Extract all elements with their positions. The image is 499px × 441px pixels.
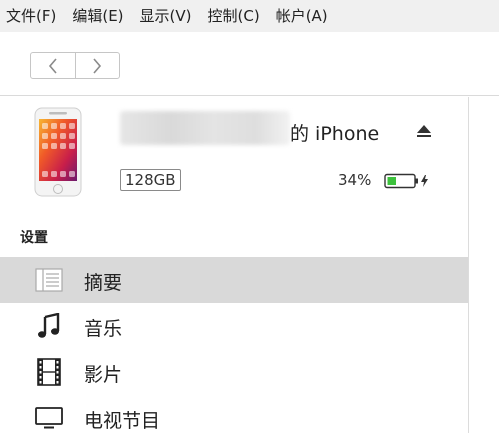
settings-nav-list: 摘要 音乐 影片 电视节目 — [0, 257, 468, 441]
music-note-icon — [34, 312, 64, 340]
toolbar — [0, 32, 499, 96]
sidebar-item-movies[interactable]: 影片 — [0, 349, 468, 395]
sidebar-item-label: 摘要 — [84, 272, 123, 294]
battery-level-fill — [387, 177, 396, 185]
menu-controls[interactable]: 控制(C) — [198, 0, 266, 32]
menu-edit[interactable]: 编辑(E) — [62, 0, 129, 32]
summary-list-icon — [34, 266, 64, 294]
device-panel: 的 iPhone 128GB 34% — [0, 97, 468, 215]
forward-button[interactable] — [74, 53, 120, 78]
content-pane — [469, 97, 499, 433]
tv-icon — [34, 404, 64, 432]
sidebar-item-tv-shows[interactable]: 电视节目 — [0, 395, 468, 441]
chevron-right-icon — [93, 57, 102, 74]
menu-file[interactable]: 文件(F) — [0, 0, 62, 32]
menu-account[interactable]: 帐户(A) — [266, 0, 334, 32]
navigation-buttons — [30, 52, 120, 79]
sidebar-item-music[interactable]: 音乐 — [0, 303, 468, 349]
device-name-redacted — [120, 111, 290, 145]
sidebar: 的 iPhone 128GB 34% 设置 摘要 音乐 影片 电视节目 — [0, 97, 468, 433]
sidebar-item-summary[interactable]: 摘要 — [0, 257, 468, 303]
charging-bolt-icon — [421, 175, 428, 187]
capacity-badge: 128GB — [120, 169, 181, 191]
sidebar-item-label: 影片 — [84, 364, 123, 386]
menu-bar: 文件(F) 编辑(E) 显示(V) 控制(C) 帐户(A) — [0, 0, 499, 32]
battery-percent: 34% — [338, 171, 372, 189]
eject-icon[interactable] — [416, 123, 432, 139]
sidebar-item-label: 电视节目 — [84, 410, 161, 432]
iphone-device-icon[interactable] — [34, 107, 82, 197]
back-button[interactable] — [31, 53, 75, 78]
battery-icon — [384, 173, 428, 189]
film-icon — [34, 358, 64, 386]
device-name[interactable]: 的 iPhone — [290, 119, 379, 146]
settings-section-title: 设置 — [20, 230, 48, 246]
menu-view[interactable]: 显示(V) — [130, 0, 198, 32]
sidebar-item-label: 音乐 — [84, 318, 123, 340]
chevron-left-icon — [48, 57, 57, 74]
